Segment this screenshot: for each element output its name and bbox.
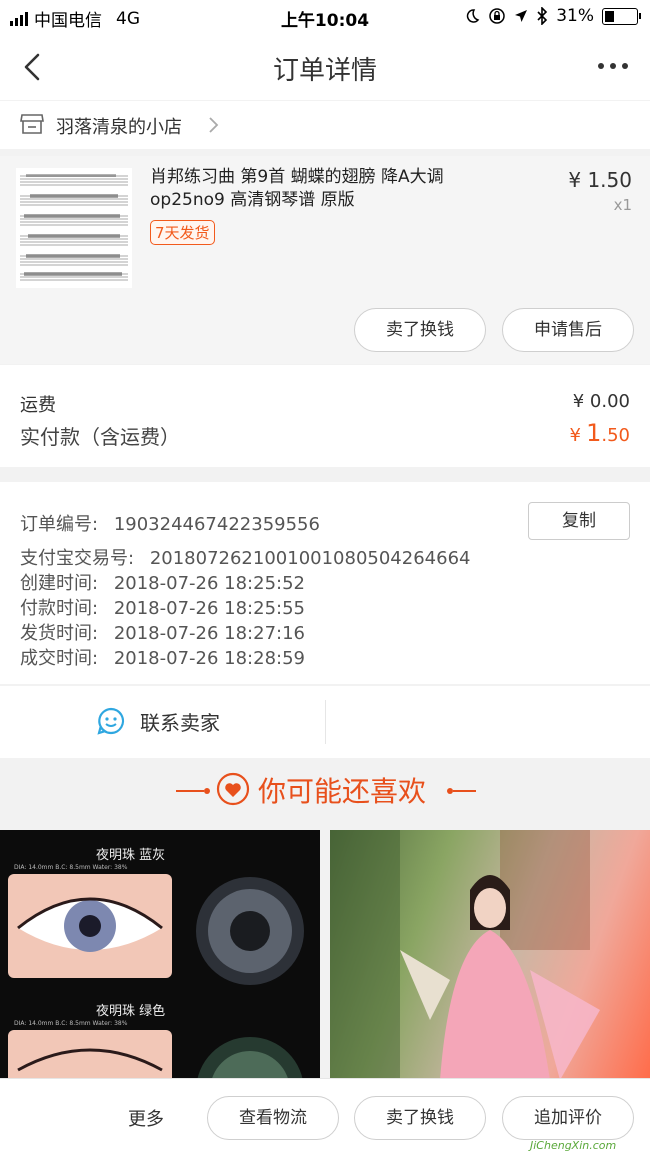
created-row: 创建时间: 2018-07-26 18:25:52	[20, 569, 305, 595]
order-number-label: 订单编号:	[20, 514, 99, 535]
product-card[interactable]: 肖邦练习曲 第9首 蝴蝶的翅膀 降A大调 op25no9 高清钢琴谱 原版 7天…	[0, 156, 650, 364]
right-ornament-icon	[447, 788, 476, 794]
recommend-item-contact-lens[interactable]: 夜明珠 蓝灰 DIA: 14.0mm B.C: 8.5mm Water: 38%…	[0, 830, 320, 1080]
product-quantity: x1	[613, 196, 632, 214]
recommend-heading: 你可能还喜欢	[0, 758, 650, 830]
done-row: 成交时间: 2018-07-26 18:28:59	[20, 644, 305, 670]
product-thumbnail[interactable]	[16, 168, 132, 288]
status-right: 31%	[464, 6, 641, 26]
location-icon	[515, 10, 528, 22]
recommend-title: 你可能还喜欢	[258, 775, 427, 808]
lens-title-2: 夜明珠 绿色	[96, 1004, 166, 1019]
lens-photo-1	[196, 877, 304, 985]
after-sale-button[interactable]: 申请售后	[502, 308, 634, 352]
eye-photo-1	[8, 874, 172, 978]
contact-seller-button[interactable]: 联系卖家	[96, 706, 220, 736]
contact-divider	[325, 700, 326, 744]
bottom-sell-for-cash-button[interactable]: 卖了换钱	[354, 1096, 486, 1140]
alipay-row: 支付宝交易号: 2018072621001001080504264664	[20, 544, 470, 570]
nav-bar: 订单详情	[0, 34, 650, 100]
hanfu-photo	[330, 830, 600, 1080]
moon-icon	[467, 9, 480, 23]
contact-bar: 联系卖家	[0, 686, 650, 758]
chevron-right-icon	[209, 117, 219, 133]
product-title-line2: op25no9 高清钢琴谱 原版	[150, 190, 355, 210]
created-value: 2018-07-26 18:25:52	[113, 573, 305, 594]
paid-currency: ¥	[569, 425, 581, 446]
created-label: 创建时间:	[20, 573, 99, 594]
paid-decimal: .50	[601, 425, 630, 446]
shipped-row: 发货时间: 2018-07-26 18:27:16	[20, 619, 305, 645]
heart-icon	[216, 772, 250, 806]
sell-for-cash-button[interactable]: 卖了换钱	[354, 308, 486, 352]
paid-amount-label: 实付款（含运费）	[20, 425, 180, 449]
paid-time-row: 付款时间: 2018-07-26 18:25:55	[20, 594, 305, 620]
fee-summary: 运费 ¥ 0.00 实付款（含运费） ¥ 1.50	[0, 365, 650, 467]
paid-time-label: 付款时间:	[20, 598, 99, 619]
contact-seller-label: 联系卖家	[140, 710, 220, 735]
lens-specs-2: DIA: 14.0mm B.C: 8.5mm Water: 38%	[14, 1020, 128, 1027]
product-title[interactable]: 肖邦练习曲 第9首 蝴蝶的翅膀 降A大调 op25no9 高清钢琴谱 原版	[150, 166, 550, 212]
bottom-action-bar: 更多 查看物流 卖了换钱 追加评价 JiChengXin.com	[0, 1078, 650, 1156]
status-bar: 中国电信 4G 上午10:04 31%	[0, 0, 650, 34]
lens-photo-2	[197, 1037, 303, 1080]
order-number-value: 190324467422359556	[113, 514, 320, 535]
recommend-item-hanfu-photo[interactable]	[330, 830, 650, 1080]
bluetooth-icon	[537, 7, 548, 25]
more-options-icon[interactable]	[596, 56, 630, 76]
battery-percent: 31%	[556, 6, 594, 26]
lens-title-1: 夜明珠 蓝灰	[96, 848, 166, 863]
shipping-fee-label: 运费	[20, 395, 56, 416]
paid-amount-value: ¥ 1.50	[570, 419, 630, 447]
shipping-tag: 7天发货	[150, 220, 215, 245]
shop-row[interactable]: 羽落清泉的小店	[0, 101, 650, 149]
shipping-fee-value: ¥ 0.00	[572, 391, 630, 412]
shop-name[interactable]: 羽落清泉的小店	[56, 113, 182, 139]
shop-icon	[20, 114, 44, 134]
watermark-text: JiChengXin.com	[530, 1139, 617, 1152]
paid-time-value: 2018-07-26 18:25:55	[113, 598, 305, 619]
rotation-lock-icon	[489, 8, 505, 24]
sheet-music-image	[16, 168, 132, 288]
copy-button[interactable]: 复制	[528, 502, 630, 540]
shipped-label: 发货时间:	[20, 623, 99, 644]
add-review-button[interactable]: 追加评价	[502, 1096, 634, 1140]
more-actions-button[interactable]: 更多	[128, 1105, 164, 1131]
paid-integer: 1	[586, 419, 602, 447]
eye-photo-2	[8, 1030, 172, 1080]
order-number-row: 订单编号: 190324467422359556	[20, 510, 320, 536]
alipay-value: 2018072621001001080504264664	[149, 548, 471, 569]
done-value: 2018-07-26 18:28:59	[113, 648, 305, 669]
product-title-line1: 肖邦练习曲 第9首 蝴蝶的翅膀 降A大调	[150, 167, 444, 187]
view-logistics-button[interactable]: 查看物流	[207, 1096, 339, 1140]
lens-specs-1: DIA: 14.0mm B.C: 8.5mm Water: 38%	[14, 864, 128, 871]
order-info: 订单编号: 190324467422359556 复制 支付宝交易号: 2018…	[0, 482, 650, 684]
done-label: 成交时间:	[20, 648, 99, 669]
battery-fill	[605, 10, 614, 22]
alipay-label: 支付宝交易号:	[20, 548, 135, 569]
shipped-value: 2018-07-26 18:27:16	[113, 623, 305, 644]
battery-icon	[602, 7, 641, 25]
chat-face-icon	[97, 707, 125, 735]
product-price: ¥ 1.50	[568, 168, 632, 192]
page-title: 订单详情	[272, 56, 377, 86]
left-ornament-icon	[176, 788, 210, 794]
